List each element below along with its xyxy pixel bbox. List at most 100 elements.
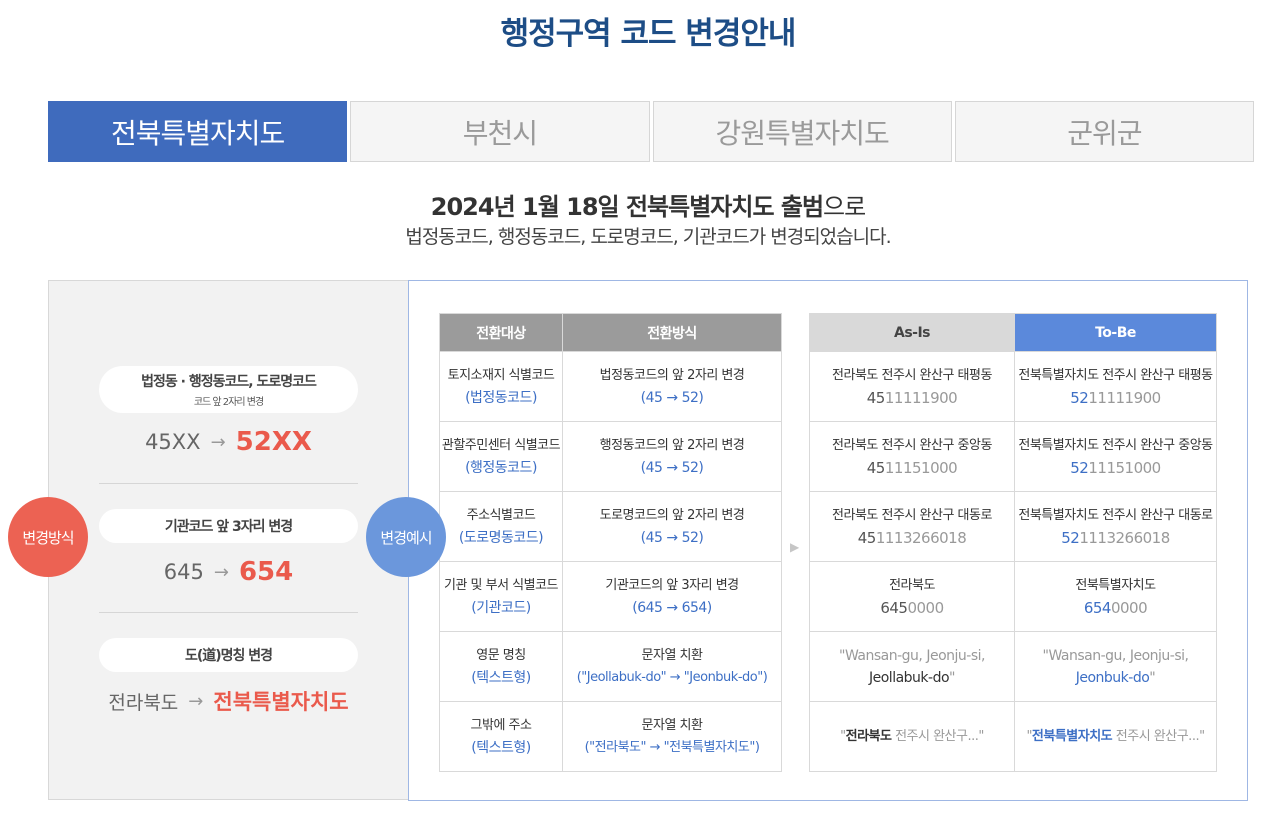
play-arrow-icon: ▶ <box>790 540 800 554</box>
divider <box>99 483 358 484</box>
code-rest: 1113266018 <box>1079 528 1170 547</box>
code-prefix: 52 <box>1061 528 1080 547</box>
target-type: (텍스트형) <box>471 739 531 756</box>
code-value: 5211151000 <box>1015 457 1216 479</box>
old-value: 645 <box>163 560 204 584</box>
method-label: 법정동코드의 앞 2자리 변경 <box>599 367 745 383</box>
code-prefix: 45 <box>866 388 886 407</box>
code-value: 6540000 <box>1015 597 1216 619</box>
tobe-cell: 전북특별자치도 6540000 <box>1014 561 1217 632</box>
method-pill: 도(道)명칭 변경 <box>99 638 358 672</box>
method-badge: 변경방식 <box>8 497 88 577</box>
intro-suffix: 으로 <box>823 193 866 221</box>
address-rest: 전주시 완산구..." <box>891 728 984 744</box>
method-pill: 기관코드 앞 3자리 변경 <box>99 509 358 543</box>
table-header-row: As-Is To-Be <box>809 313 1217 352</box>
intro-subline: 법정동코드, 행정동코드, 도로명코드, 기관코드가 변경되었습니다. <box>405 226 891 248</box>
table-header-row: 전환대상 전환방식 <box>439 313 782 352</box>
example-badge: 변경예시 <box>366 497 446 577</box>
tobe-cell: "Wansan-gu, Jeonju-si, Jeonbuk-do" <box>1014 631 1217 702</box>
target-type: (법정동코드) <box>465 389 537 406</box>
method-title: 기관코드 앞 3자리 변경 <box>164 519 293 535</box>
region-tabs: 전북특별자치도 부천시 강원특별자치도 군위군 <box>48 101 1254 162</box>
code-prefix: 645 <box>880 598 908 617</box>
english-province: Jeonbuk-do <box>1075 669 1150 686</box>
code-value: 4511151000 <box>810 457 1014 479</box>
tab-jeonbuk[interactable]: 전북특별자치도 <box>48 101 348 162</box>
new-value: 52XX <box>235 427 312 457</box>
method-subtitle: 코드 앞 2자리 변경 <box>193 397 264 408</box>
code-prefix: 45 <box>866 458 886 477</box>
target-label: 토지소재지 식별코드 <box>447 367 555 383</box>
target-cell: 관할주민센터 식별코드 (행정동코드) <box>439 421 563 492</box>
place-name: 전라북도 전주시 완산구 태평동 <box>832 367 992 383</box>
intro-headline: 2024년 1월 18일 전북특별자치도 출범으로 <box>0 190 1279 224</box>
target-type: (기관코드) <box>471 599 531 616</box>
address-rest: 전주시 완산구..." <box>1112 728 1205 744</box>
tab-gangwon[interactable]: 강원특별자치도 <box>652 101 952 162</box>
quote-mark: " <box>949 669 955 686</box>
place-name: 전북특별자치도 <box>1075 577 1156 593</box>
asis-tobe-table: As-Is To-Be 전라북도 전주시 완산구 태평동 4511111900 전… <box>809 313 1217 772</box>
arrow-icon: → <box>213 561 229 583</box>
table-row: 토지소재지 식별코드 (법정동코드) 법정동코드의 앞 2자리 변경 (45 → 5… <box>439 351 782 422</box>
province-name: 전라북도 <box>845 728 892 744</box>
column-header: 전환방식 <box>562 313 782 352</box>
asis-cell: 전라북도 전주시 완산구 중앙동 4511151000 <box>809 421 1015 492</box>
page-title: 행정구역 코드 변경안내 <box>500 16 797 52</box>
target-type: (행정동코드) <box>465 459 537 476</box>
new-value: 전북특별자치도 <box>213 690 349 714</box>
quote-mark: " <box>1149 669 1156 686</box>
target-label: 관할주민센터 식별코드 <box>441 437 561 453</box>
table-row: "전라북도 전주시 완산구..." "전북특별자치도 전주시 완산구..." <box>809 701 1217 772</box>
target-cell: 기관 및 부서 식별코드 (기관코드) <box>439 561 563 632</box>
method-cell: 기관코드의 앞 3자리 변경 (645 → 654) <box>562 561 782 632</box>
method-label: 행정동코드의 앞 2자리 변경 <box>599 437 745 453</box>
table-row: 전라북도 전주시 완산구 태평동 4511111900 전북특별자치도 전주시 완… <box>809 351 1217 422</box>
method-detail: (645 → 654) <box>632 599 712 616</box>
intro-bold: 2024년 1월 18일 전북특별자치도 출범 <box>430 193 824 221</box>
method-change: 전라북도 → 전북특별자치도 <box>99 686 358 716</box>
tab-gunwi[interactable]: 군위군 <box>954 101 1254 162</box>
method-label: 기관코드의 앞 3자리 변경 <box>605 577 739 593</box>
english-line: "Wansan-gu, Jeonju-si, <box>839 647 985 664</box>
place-name: 전북특별자치도 전주시 완산구 대동로 <box>1018 507 1213 523</box>
tab-bucheon[interactable]: 부천시 <box>350 101 650 162</box>
tobe-cell: "전북특별자치도 전주시 완산구..." <box>1014 701 1217 772</box>
method-label: 문자열 치환 <box>641 647 703 663</box>
method-label: 도로명코드의 앞 2자리 변경 <box>599 507 745 523</box>
code-value: 451113266018 <box>810 527 1014 549</box>
target-cell: 그밖에 주소 (텍스트형) <box>439 701 563 772</box>
code-prefix: 52 <box>1070 388 1089 407</box>
code-rest: 11151000 <box>1088 458 1161 477</box>
method-title: 법정동 · 행정동코드, 도로명코드 <box>141 374 317 390</box>
method-cell: 행정동코드의 앞 2자리 변경 (45 → 52) <box>562 421 782 492</box>
asis-cell: "전라북도 전주시 완산구..." <box>809 701 1015 772</box>
table-row: 관할주민센터 식별코드 (행정동코드) 행정동코드의 앞 2자리 변경 (45 → … <box>439 421 782 492</box>
asis-cell: 전라북도 전주시 완산구 태평동 4511111900 <box>809 351 1015 422</box>
table-row: 전라북도 전주시 완산구 중앙동 4511151000 전북특별자치도 전주시 완… <box>809 421 1217 492</box>
place-name: 전라북도 전주시 완산구 대동로 <box>832 507 992 523</box>
table-row: 전라북도 전주시 완산구 대동로 451113266018 전북특별자치도 전주시… <box>809 491 1217 562</box>
method-cell: 도로명코드의 앞 2자리 변경 (45 → 52) <box>562 491 782 562</box>
code-value: 6450000 <box>810 597 1014 619</box>
table-row: 그밖에 주소 (텍스트형) 문자열 치환 ("전라북도" → "전북특별자치도") <box>439 701 782 772</box>
code-prefix: 654 <box>1083 598 1112 617</box>
table-row: 주소식별코드 (도로명동코드) 도로명코드의 앞 2자리 변경 (45 → 52) <box>439 491 782 562</box>
code-value: 521113266018 <box>1015 527 1216 549</box>
old-value: 전라북도 <box>108 691 179 714</box>
code-value: 4511111900 <box>810 387 1014 409</box>
method-detail: ("전라북도" → "전북특별자치도") <box>584 739 760 755</box>
target-cell: 주소식별코드 (도로명동코드) <box>439 491 563 562</box>
code-prefix: 52 <box>1070 458 1089 477</box>
code-rest: 11111900 <box>884 388 958 407</box>
method-item-name-change: 도(道)명칭 변경 전라북도 → 전북특별자치도 <box>99 638 358 716</box>
code-rest: 11111900 <box>1088 388 1161 407</box>
place-name: 전라북도 <box>889 577 935 593</box>
method-cell: 문자열 치환 ("Jeollabuk-do" → "Jeonbuk-do") <box>562 631 782 702</box>
method-item-region-code: 법정동 · 행정동코드, 도로명코드 코드 앞 2자리 변경 45XX → 52… <box>99 366 358 457</box>
column-header-asis: As-Is <box>809 313 1015 352</box>
code-rest: 1113266018 <box>875 528 967 547</box>
place-name: 전북특별자치도 전주시 완산구 중앙동 <box>1018 437 1213 453</box>
arrow-icon: → <box>188 690 204 712</box>
